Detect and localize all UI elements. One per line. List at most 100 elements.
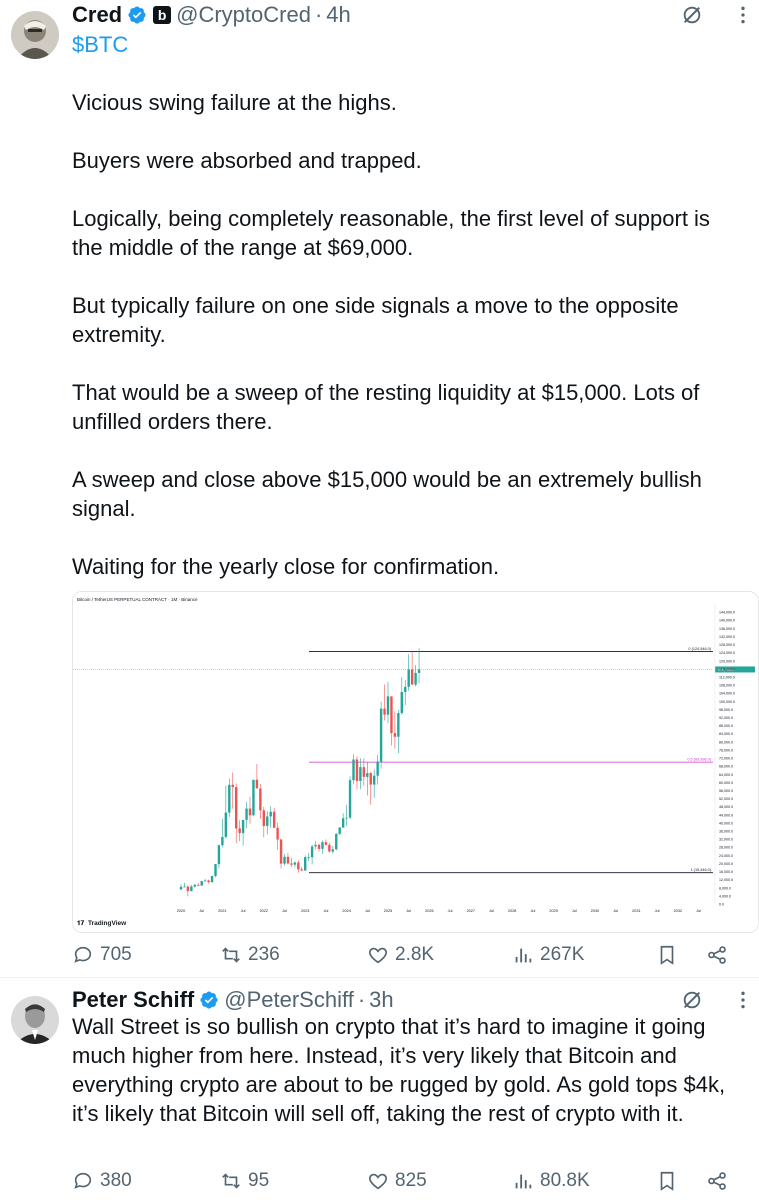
like-button[interactable]: 825 bbox=[367, 1166, 427, 1196]
candle-body bbox=[359, 767, 362, 781]
candle-body bbox=[217, 845, 221, 865]
candle-body bbox=[338, 827, 341, 834]
candle-body bbox=[214, 864, 217, 877]
display-name[interactable]: Cred bbox=[72, 2, 122, 28]
repost-button[interactable]: 236 bbox=[220, 940, 280, 970]
candle-body bbox=[345, 817, 348, 819]
candle-body bbox=[366, 773, 369, 777]
candle-body bbox=[221, 836, 224, 846]
y-tick-label: 120,000.0 bbox=[719, 659, 735, 663]
tweet-text: $BTC Vicious swing failure at the highs.… bbox=[72, 30, 741, 581]
grok-icon[interactable] bbox=[681, 989, 703, 1011]
y-tick-label: 36,000.0 bbox=[719, 830, 733, 834]
repost-button[interactable]: 95 bbox=[220, 1166, 269, 1196]
x-tick-label: Jul bbox=[365, 909, 370, 913]
y-tick-label: 16,000.0 bbox=[719, 870, 733, 874]
repost-count: 236 bbox=[248, 944, 280, 965]
paragraph: Buyers were absorbed and trapped. bbox=[72, 148, 422, 173]
handle[interactable]: @PeterSchiff bbox=[224, 987, 354, 1013]
avatar[interactable] bbox=[11, 11, 59, 59]
repost-icon bbox=[222, 1173, 240, 1189]
affiliate-badge[interactable]: b bbox=[153, 6, 172, 24]
paragraph: That would be a sweep of the resting liq… bbox=[72, 380, 700, 434]
paragraph: Vicious swing failure at the highs. bbox=[72, 90, 397, 115]
heart-icon bbox=[369, 1173, 387, 1190]
x-tick-label: Jul bbox=[489, 909, 494, 913]
candle-body bbox=[255, 779, 259, 789]
x-tick-label: 2022 bbox=[260, 909, 268, 913]
candle-body bbox=[414, 672, 417, 685]
views-icon bbox=[515, 1174, 532, 1189]
chart-image[interactable]: Bitcoin / TetherUS PERPETUAL CONTRACT · … bbox=[72, 591, 759, 933]
x-tick-label: 2027 bbox=[467, 909, 475, 913]
y-tick-label: 64,000.0 bbox=[719, 773, 733, 777]
share-button[interactable] bbox=[706, 940, 734, 970]
verified-badge-icon bbox=[200, 991, 218, 1009]
candle-body bbox=[417, 669, 421, 673]
candle-body bbox=[231, 784, 234, 788]
candle-body bbox=[235, 787, 238, 829]
candle-body bbox=[245, 808, 248, 820]
tweet-peter-schiff[interactable]: Peter Schiff @PeterSchiff · 3h Wall Stre… bbox=[0, 985, 759, 1200]
chart-title: Bitcoin / TetherUS PERPETUAL CONTRACT · … bbox=[77, 597, 198, 602]
candle-body bbox=[324, 842, 328, 845]
like-button[interactable]: 2.8K bbox=[367, 940, 434, 970]
y-tick-label: 44,000.0 bbox=[719, 813, 733, 817]
y-tick-label: 0.0 bbox=[719, 903, 724, 907]
like-count: 2.8K bbox=[395, 944, 435, 965]
candle-body bbox=[210, 876, 214, 883]
candle-body bbox=[290, 863, 293, 865]
level-label: 0 (124,546.0) bbox=[688, 647, 711, 651]
views-icon bbox=[515, 948, 532, 963]
x-tick-label: 2031 bbox=[632, 909, 640, 913]
x-tick-label: Jul bbox=[406, 909, 411, 913]
bookmark-icon bbox=[660, 945, 674, 965]
x-tick-label: 2024 bbox=[342, 909, 350, 913]
views-button[interactable]: 80.8K bbox=[512, 1166, 590, 1196]
paragraph: Logically, being completely reasonable, … bbox=[72, 206, 710, 260]
y-tick-label: 40,000.0 bbox=[719, 821, 733, 825]
repost-count: 95 bbox=[248, 1170, 270, 1191]
candle-body bbox=[293, 862, 297, 865]
cashtag-link[interactable]: $BTC bbox=[72, 32, 128, 57]
reply-button[interactable]: 380 bbox=[72, 1166, 132, 1196]
x-tick-label: 2028 bbox=[508, 909, 516, 913]
display-name[interactable]: Peter Schiff bbox=[72, 987, 194, 1013]
candle-body bbox=[373, 775, 376, 785]
candle-body bbox=[252, 779, 255, 816]
y-tick-label: 128,000.0 bbox=[719, 643, 735, 647]
more-options-icon[interactable] bbox=[733, 990, 753, 1010]
timestamp[interactable]: 3h bbox=[369, 987, 393, 1013]
x-tick-label: Jul bbox=[323, 909, 328, 913]
btc-chart: Bitcoin / TetherUS PERPETUAL CONTRACT · … bbox=[73, 592, 758, 932]
y-tick-label: 96,000.0 bbox=[719, 708, 733, 712]
y-tick-label: 92,000.0 bbox=[719, 716, 733, 720]
more-options-icon[interactable] bbox=[733, 5, 753, 25]
candle-body bbox=[362, 767, 366, 777]
views-button[interactable]: 267K bbox=[512, 940, 584, 970]
y-tick-label: 12,000.0 bbox=[719, 878, 733, 882]
timestamp[interactable]: 4h bbox=[326, 2, 350, 28]
bookmark-button[interactable] bbox=[656, 1166, 684, 1196]
share-button[interactable] bbox=[706, 1166, 734, 1196]
tweet-text: Wall Street is so bullish on crypto that… bbox=[72, 1012, 741, 1128]
candle-body bbox=[331, 849, 334, 852]
tweet-cred[interactable]: Cred b @CryptoCred · 4h $BTC Vicious swi… bbox=[0, 0, 759, 976]
x-tick-label: Jul bbox=[572, 909, 577, 913]
x-tick-label: Jul bbox=[282, 909, 287, 913]
grok-icon[interactable] bbox=[681, 4, 703, 26]
candle-body bbox=[314, 844, 317, 847]
bookmark-button[interactable] bbox=[656, 940, 684, 970]
y-tick-label: 104,000.0 bbox=[719, 692, 735, 696]
avatar[interactable] bbox=[11, 996, 59, 1044]
candle-body bbox=[400, 691, 403, 714]
reply-button[interactable]: 705 bbox=[72, 940, 132, 970]
y-tick-label: 72,000.0 bbox=[719, 757, 733, 761]
handle[interactable]: @CryptoCred bbox=[176, 2, 311, 28]
candle-body bbox=[341, 818, 345, 828]
y-tick-label: 4,000.0 bbox=[719, 894, 731, 898]
y-tick-label: 88,000.0 bbox=[719, 724, 733, 728]
paragraph: Waiting for the yearly close for confirm… bbox=[72, 554, 500, 579]
x-tick-label: 2029 bbox=[549, 909, 557, 913]
candle-body bbox=[272, 811, 276, 828]
